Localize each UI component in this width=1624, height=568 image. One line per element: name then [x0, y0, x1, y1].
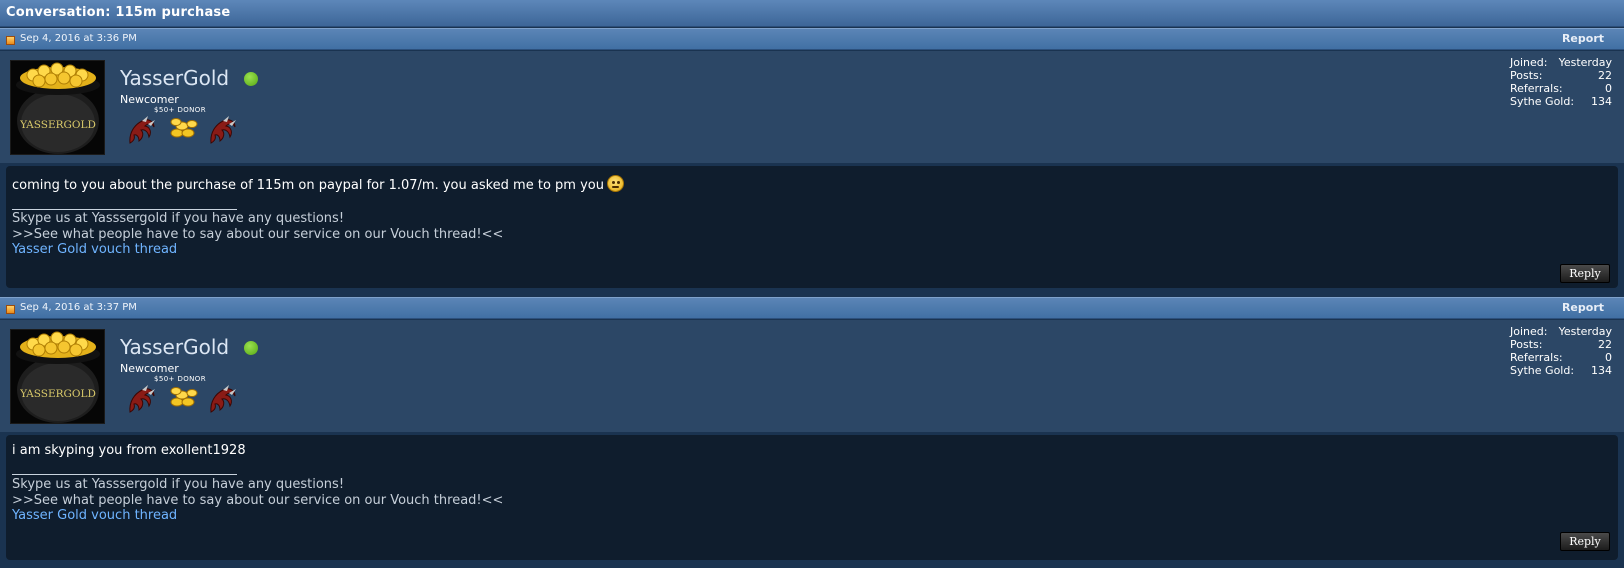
stat-sythe-gold: Sythe Gold: 134	[1510, 95, 1612, 108]
user-stats: Joined: Yesterday Posts: 22 Referrals: 0 Sy…	[1510, 325, 1612, 377]
claw-badge-icon	[129, 116, 155, 144]
signature-line: >>See what people have to say about our …	[12, 227, 504, 242]
message-text: coming to you about the purchase of 115m…	[12, 175, 624, 193]
coins-badge-icon	[170, 118, 198, 138]
stat-sythe-gold: Sythe Gold: 134	[1510, 364, 1612, 377]
online-status-icon	[244, 72, 258, 86]
stat-referrals: Referrals: 0	[1510, 82, 1612, 95]
post-header: Sep 4, 2016 at 3:37 PM Report	[0, 297, 1624, 319]
avatar[interactable]: YASSERGOLD	[10, 60, 105, 155]
post-icon	[6, 305, 15, 314]
claw-badge-icon	[210, 385, 236, 413]
post-date: Sep 4, 2016 at 3:36 PM	[20, 33, 137, 44]
username[interactable]: YasserGold	[120, 335, 229, 359]
message-text: i am skyping you from exollent1928	[12, 443, 246, 458]
stat-posts: Posts: 22	[1510, 69, 1612, 82]
donor-label: $50+ DONOR	[154, 375, 206, 383]
post-icon	[6, 36, 15, 45]
coins-badge-icon	[170, 387, 198, 407]
message-body: i am skyping you from exollent1928 Skype…	[6, 435, 1618, 560]
vouch-thread-link[interactable]: Yasser Gold vouch thread	[12, 508, 177, 523]
reply-button[interactable]: Reply	[1560, 264, 1610, 283]
post-date: Sep 4, 2016 at 3:37 PM	[20, 302, 137, 313]
donor-label: $50+ DONOR	[154, 106, 206, 114]
online-status-icon	[244, 341, 258, 355]
conversation-title: Conversation: 115m purchase	[0, 0, 1624, 27]
stat-posts: Posts: 22	[1510, 338, 1612, 351]
user-stats: Joined: Yesterday Posts: 22 Referrals: 0 Sy…	[1510, 56, 1612, 108]
user-info: YASSERGOLD YasserGold Newcomer $50+ DONO…	[0, 320, 1624, 432]
stat-joined: Joined: Yesterday	[1510, 56, 1612, 69]
claw-badge-icon	[129, 385, 155, 413]
signature-line: Skype us at Yasssergold if you have any …	[12, 211, 345, 226]
signature-divider	[12, 474, 237, 475]
vouch-thread-link[interactable]: Yasser Gold vouch thread	[12, 242, 177, 257]
user-info: YASSERGOLD YasserGold Newcomer $50+ DONO…	[0, 51, 1624, 163]
claw-badge-icon	[210, 116, 236, 144]
user-title: Newcomer	[120, 93, 179, 106]
username[interactable]: YasserGold	[120, 66, 229, 90]
message-body: coming to you about the purchase of 115m…	[6, 166, 1618, 288]
post-header: Sep 4, 2016 at 3:36 PM Report	[0, 28, 1624, 50]
report-link[interactable]: Report	[1562, 32, 1604, 45]
avatar-text: YASSERGOLD	[19, 119, 96, 131]
signature-line: Skype us at Yasssergold if you have any …	[12, 477, 345, 492]
signature-divider	[12, 209, 237, 210]
user-title: Newcomer	[120, 362, 179, 375]
reply-button[interactable]: Reply	[1560, 532, 1610, 551]
avatar[interactable]: YASSERGOLD	[10, 329, 105, 424]
signature-line: >>See what people have to say about our …	[12, 493, 504, 508]
stat-joined: Joined: Yesterday	[1510, 325, 1612, 338]
avatar-text: YASSERGOLD	[19, 388, 96, 400]
report-link[interactable]: Report	[1562, 301, 1604, 314]
stat-referrals: Referrals: 0	[1510, 351, 1612, 364]
smile-emoji-icon	[606, 175, 624, 192]
